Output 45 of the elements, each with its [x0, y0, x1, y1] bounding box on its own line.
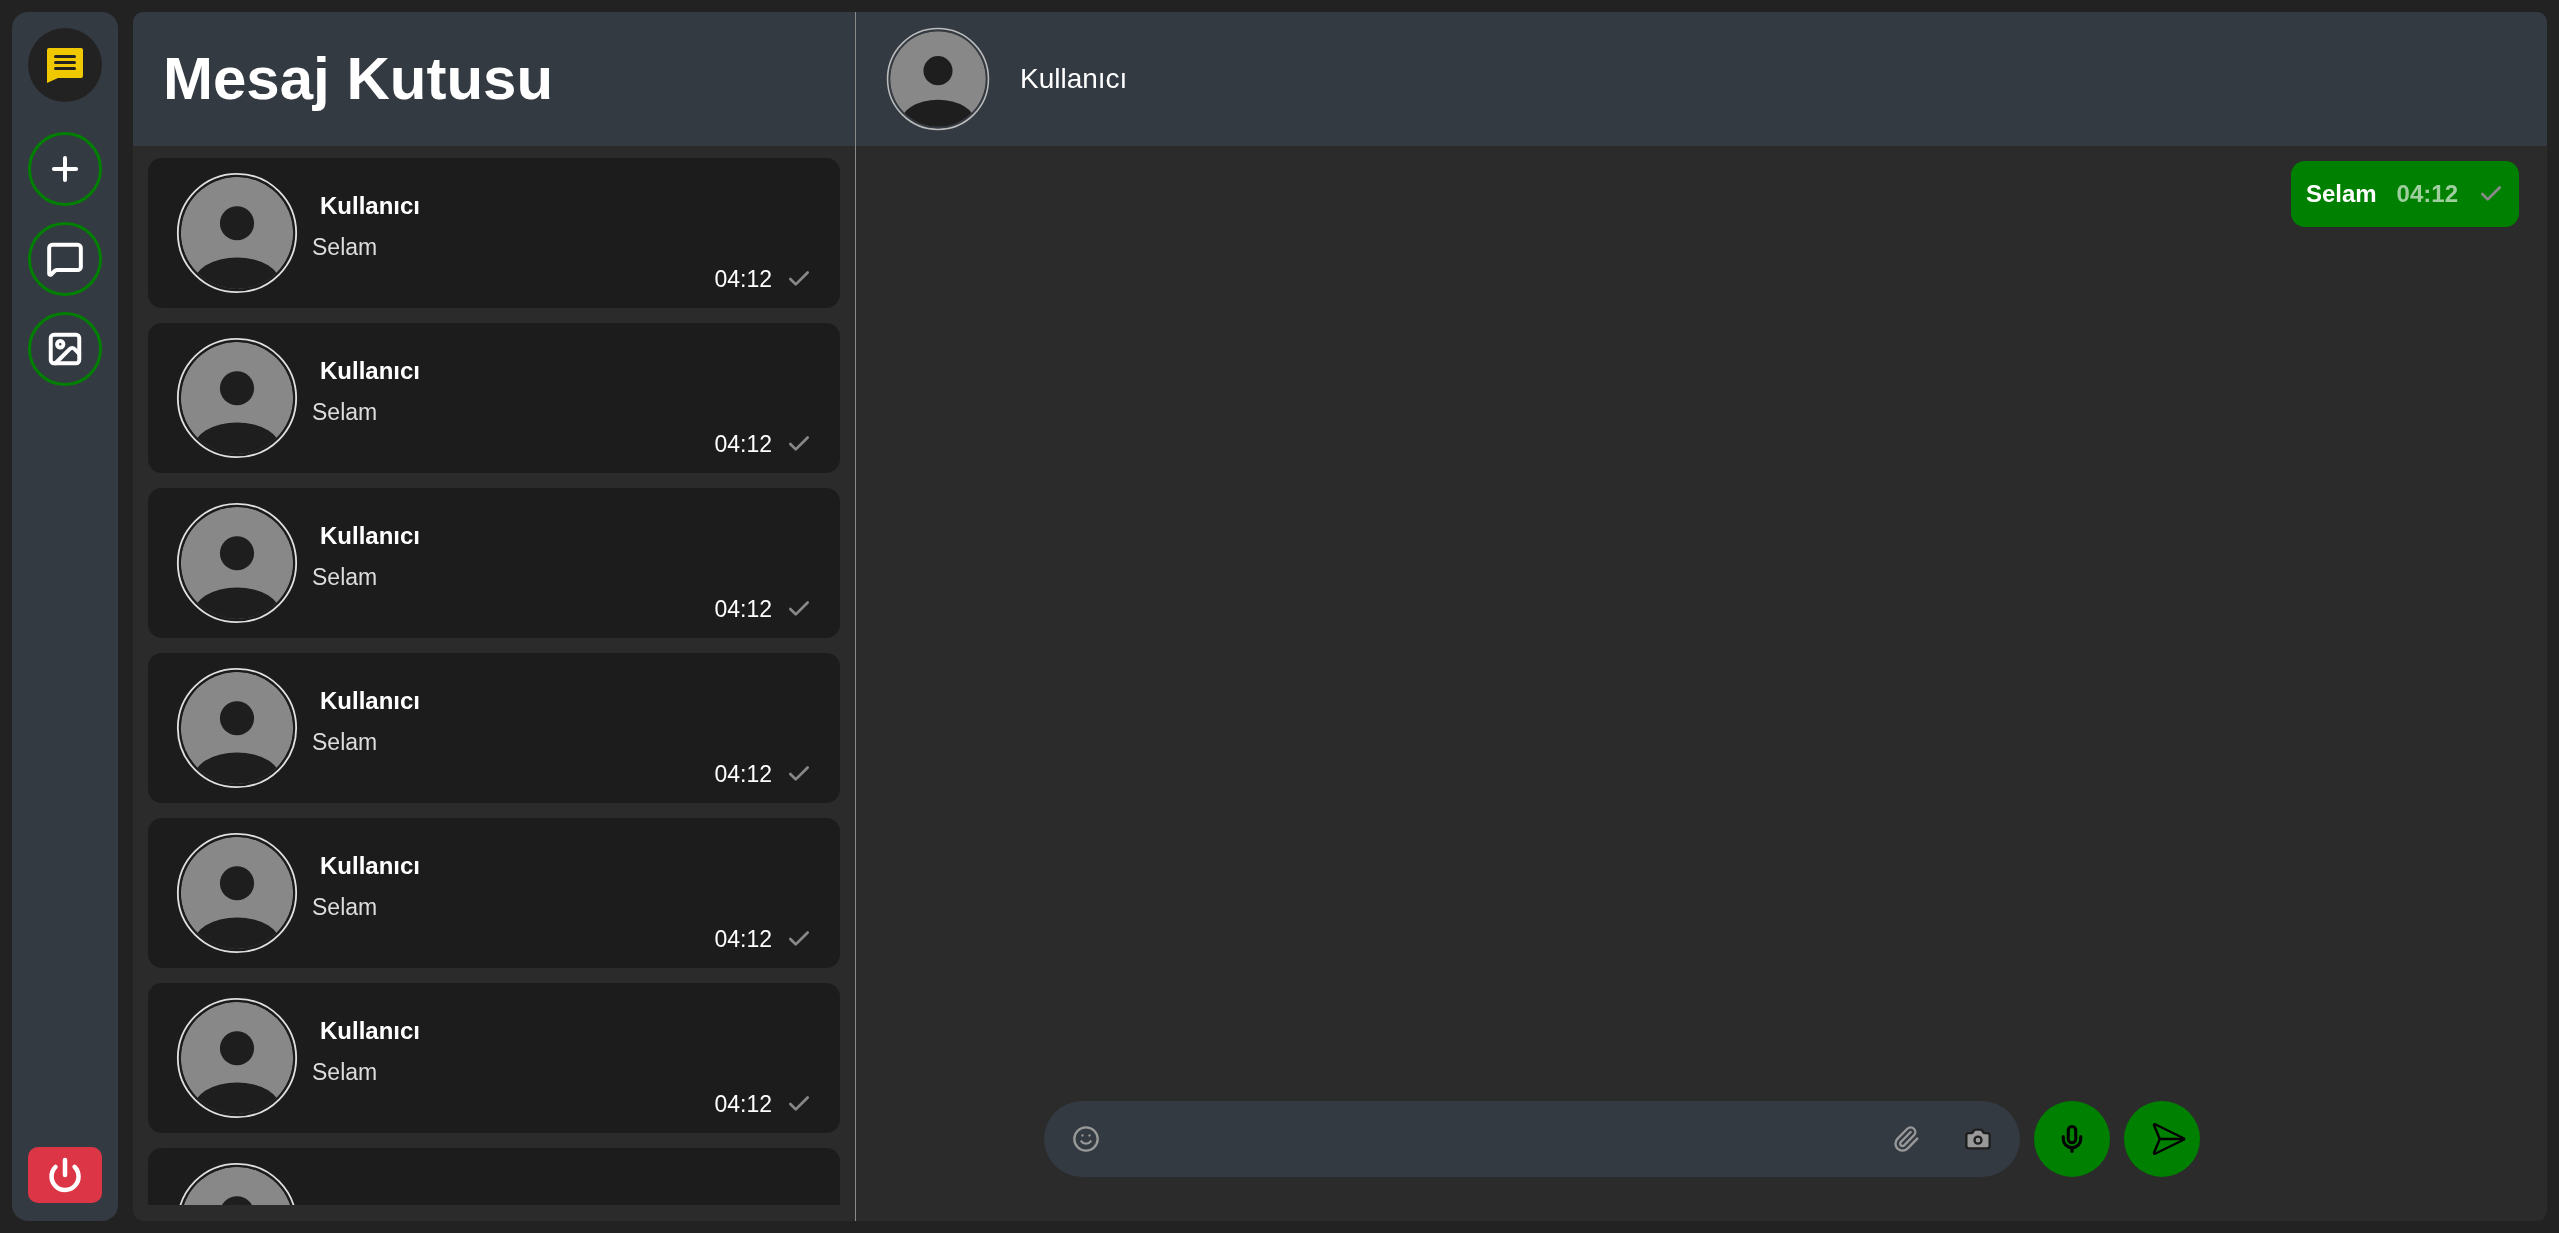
message-time: 04:12	[714, 264, 772, 294]
contact-name: Kullanıcı	[320, 520, 421, 551]
emoji-icon[interactable]	[1071, 1125, 1100, 1153]
conversation-card[interactable]: Kullanıcı Selam 04:12	[148, 983, 840, 1133]
message-preview: Selam	[312, 727, 379, 757]
message-preview: Selam	[312, 562, 379, 592]
message-time: 04:12	[2396, 179, 2458, 209]
message-time: 04:12	[714, 594, 772, 624]
message-time: 04:12	[714, 429, 772, 459]
new-chat-button[interactable]	[28, 222, 102, 296]
image-icon	[46, 330, 84, 368]
inbox-title: Mesaj Kutusu	[163, 44, 554, 114]
message-preview: Selam	[312, 1057, 379, 1087]
contact-name: Kullanıcı	[320, 1015, 421, 1046]
message-time: 04:12	[714, 1089, 772, 1119]
avatar-icon	[176, 667, 298, 789]
avatar-icon	[176, 832, 298, 954]
contact-name: Kullanıcı	[320, 685, 421, 716]
avatar-icon	[886, 27, 990, 131]
conversation-card[interactable]: Kullanıcı Selam 04:12	[148, 488, 840, 638]
chat-contact-name: Kullanıcı	[1020, 62, 1128, 96]
message-preview: Selam	[312, 232, 379, 262]
contact-name: Kullanıcı	[320, 190, 421, 221]
avatar-icon	[176, 502, 298, 624]
conversation-card[interactable]: Kullanıcı Selam 04:12	[148, 323, 840, 473]
message-time: 04:12	[714, 924, 772, 954]
message-text: Selam	[2305, 179, 2377, 209]
add-button[interactable]	[28, 132, 102, 206]
logout-button[interactable]	[28, 1147, 102, 1203]
conversation-card[interactable]: Kullanıcı Selam 04:12	[148, 818, 840, 968]
message-icon	[46, 47, 84, 83]
paperclip-icon[interactable]	[1891, 1125, 1920, 1153]
avatar-icon	[176, 337, 298, 459]
contact-name: Kullanıcı	[320, 850, 421, 881]
gallery-button[interactable]	[28, 312, 102, 386]
avatar-icon	[176, 172, 298, 294]
chat-bubble-icon	[46, 240, 84, 278]
message-preview: Selam	[312, 892, 379, 922]
conversation-card[interactable]: Kullanıcı Selam 04:12	[148, 158, 840, 308]
power-icon	[47, 1157, 83, 1193]
conversation-card[interactable]: Kullanıcı Selam 04:12	[148, 653, 840, 803]
message-preview: Selam	[312, 397, 379, 427]
avatar-icon	[176, 997, 298, 1119]
message-time: 04:12	[714, 759, 772, 789]
contact-name: Kullanıcı	[320, 355, 421, 386]
